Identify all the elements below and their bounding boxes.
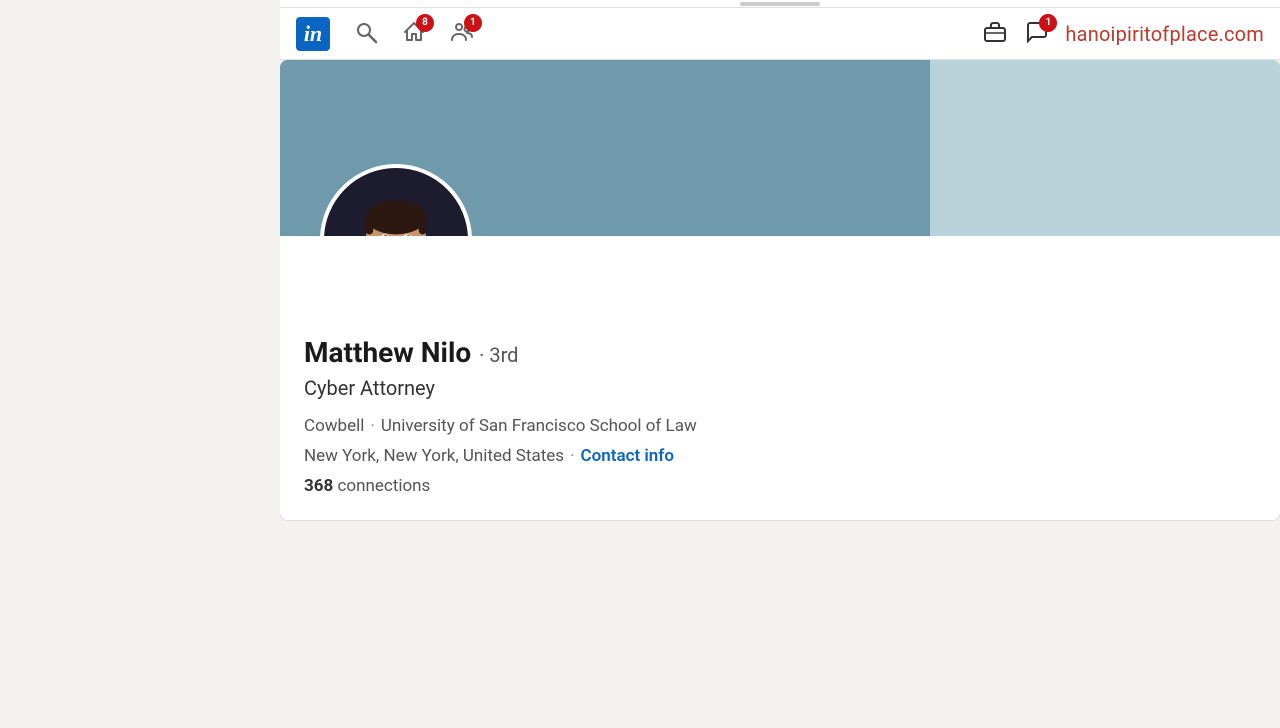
network-badge: 1 [464,14,482,32]
briefcase-icon [981,20,1009,44]
messaging-badge: 1 [1039,14,1057,32]
linkedin-logo[interactable]: in [296,17,330,51]
search-button[interactable] [354,20,378,48]
separator-2: · [570,446,574,466]
profile-avatar-svg [324,164,468,236]
profile-school: University of San Francisco School of La… [381,416,697,436]
home-badge: 8 [416,14,434,32]
profile-location-contact: New York, New York, United States · Cont… [304,446,1256,466]
connections-count: 368 [304,476,333,496]
home-button[interactable]: 8 [402,20,426,48]
connections-text: connections [337,476,430,496]
profile-photo-wrap [320,164,472,236]
jobs-button[interactable] [981,20,1009,48]
scroll-thumb [740,2,820,6]
banner-arc [440,60,800,236]
nav-icons: 8 1 [354,20,474,48]
profile-degree: · 3rd [479,343,518,367]
left-sidebar [0,60,280,728]
external-domain-text: hanoipiritofplace.com [1065,22,1264,46]
network-button[interactable]: 1 [450,20,474,48]
profile-card: Matthew Nilo · 3rd Cyber Attorney Cowbel… [280,60,1280,520]
profile-info: Matthew Nilo · 3rd Cyber Attorney Cowbel… [280,236,1280,520]
nav-right: 1 hanoipiritofplace.com [981,20,1264,48]
navbar: in 8 1 [280,8,1280,60]
page-container: Matthew Nilo · 3rd Cyber Attorney Cowbel… [0,60,1280,728]
profile-banner [280,60,1280,236]
separator-1: · [370,416,374,436]
profile-name: Matthew Nilo [304,336,471,370]
profile-photo[interactable] [320,164,472,236]
search-icon [354,20,378,44]
profile-location: New York, New York, United States [304,446,564,466]
main-content: Matthew Nilo · 3rd Cyber Attorney Cowbel… [280,60,1280,728]
profile-company: Cowbell [304,416,364,436]
banner-light [930,60,1280,236]
profile-name-row: Matthew Nilo · 3rd [304,336,1256,370]
scroll-bar [280,0,1280,8]
profile-title: Cyber Attorney [304,376,1256,400]
linkedin-logo-letter: in [304,23,322,45]
connections-row: 368 connections [304,476,1256,496]
messaging-button[interactable]: 1 [1025,20,1049,48]
profile-company-school: Cowbell · University of San Francisco Sc… [304,416,1256,436]
contact-info-link[interactable]: Contact info [581,446,674,466]
